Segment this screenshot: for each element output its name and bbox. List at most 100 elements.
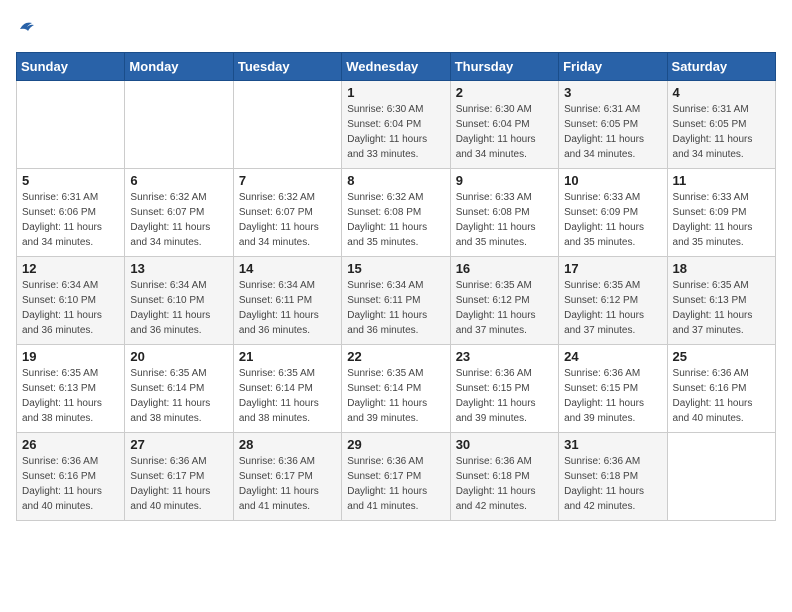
header-day-saturday: Saturday — [667, 53, 775, 81]
calendar-cell: 24 Sunrise: 6:36 AM Sunset: 6:15 PM Dayli… — [559, 345, 667, 433]
day-number: 13 — [130, 261, 227, 276]
header-row: SundayMondayTuesdayWednesdayThursdayFrid… — [17, 53, 776, 81]
day-number: 10 — [564, 173, 661, 188]
logo-bird-icon — [18, 17, 36, 35]
day-number: 3 — [564, 85, 661, 100]
calendar-cell: 16 Sunrise: 6:35 AM Sunset: 6:12 PM Dayli… — [450, 257, 558, 345]
week-row-4: 19 Sunrise: 6:35 AM Sunset: 6:13 PM Dayli… — [17, 345, 776, 433]
calendar-cell: 27Sunrise: 6:36 AM Sunset: 6:17 PM Dayli… — [125, 433, 233, 521]
calendar-cell — [125, 81, 233, 169]
day-info: Sunrise: 6:36 AM Sunset: 6:15 PM Dayligh… — [456, 366, 553, 426]
day-info: Sunrise: 6:36 AM Sunset: 6:15 PM Dayligh… — [564, 366, 661, 426]
calendar-cell: 4 Sunrise: 6:31 AM Sunset: 6:05 PM Daylig… — [667, 81, 775, 169]
day-number: 25 — [673, 349, 770, 364]
day-info: Sunrise: 6:33 AM Sunset: 6:09 PM Dayligh… — [673, 190, 770, 250]
header-day-sunday: Sunday — [17, 53, 125, 81]
day-number: 29 — [347, 437, 444, 452]
day-info: Sunrise: 6:32 AM Sunset: 6:07 PM Dayligh… — [239, 190, 336, 250]
day-info: Sunrise: 6:34 AM Sunset: 6:10 PM Dayligh… — [130, 278, 227, 338]
calendar-cell — [233, 81, 341, 169]
day-number: 26 — [22, 437, 119, 452]
day-number: 31 — [564, 437, 661, 452]
day-number: 20 — [130, 349, 227, 364]
calendar-cell: 13 Sunrise: 6:34 AM Sunset: 6:10 PM Dayli… — [125, 257, 233, 345]
day-number: 6 — [130, 173, 227, 188]
calendar-cell: 20 Sunrise: 6:35 AM Sunset: 6:14 PM Dayli… — [125, 345, 233, 433]
day-info: Sunrise: 6:33 AM Sunset: 6:09 PM Dayligh… — [564, 190, 661, 250]
day-info: Sunrise: 6:32 AM Sunset: 6:08 PM Dayligh… — [347, 190, 444, 250]
header-day-wednesday: Wednesday — [342, 53, 450, 81]
day-info: Sunrise: 6:36 AM Sunset: 6:17 PM Dayligh… — [347, 454, 444, 514]
calendar-cell: 10 Sunrise: 6:33 AM Sunset: 6:09 PM Dayli… — [559, 169, 667, 257]
day-info: Sunrise: 6:31 AM Sunset: 6:06 PM Dayligh… — [22, 190, 119, 250]
day-number: 12 — [22, 261, 119, 276]
day-info: Sunrise: 6:31 AM Sunset: 6:05 PM Dayligh… — [564, 102, 661, 162]
calendar-cell: 8 Sunrise: 6:32 AM Sunset: 6:08 PM Daylig… — [342, 169, 450, 257]
calendar-header: SundayMondayTuesdayWednesdayThursdayFrid… — [17, 53, 776, 81]
day-number: 1 — [347, 85, 444, 100]
header-day-friday: Friday — [559, 53, 667, 81]
calendar-cell: 22 Sunrise: 6:35 AM Sunset: 6:14 PM Dayli… — [342, 345, 450, 433]
day-number: 27 — [130, 437, 227, 452]
day-info: Sunrise: 6:36 AM Sunset: 6:16 PM Dayligh… — [22, 454, 119, 514]
day-info: Sunrise: 6:34 AM Sunset: 6:10 PM Dayligh… — [22, 278, 119, 338]
week-row-5: 26 Sunrise: 6:36 AM Sunset: 6:16 PM Dayli… — [17, 433, 776, 521]
day-number: 23 — [456, 349, 553, 364]
calendar-cell — [17, 81, 125, 169]
calendar-cell — [667, 433, 775, 521]
day-number: 24 — [564, 349, 661, 364]
calendar-cell: 11 Sunrise: 6:33 AM Sunset: 6:09 PM Dayli… — [667, 169, 775, 257]
page-header — [16, 16, 776, 40]
day-number: 4 — [673, 85, 770, 100]
day-number: 30 — [456, 437, 553, 452]
day-number: 2 — [456, 85, 553, 100]
calendar-cell: 9 Sunrise: 6:33 AM Sunset: 6:08 PM Daylig… — [450, 169, 558, 257]
day-info: Sunrise: 6:34 AM Sunset: 6:11 PM Dayligh… — [347, 278, 444, 338]
header-day-tuesday: Tuesday — [233, 53, 341, 81]
calendar-cell: 31Sunrise: 6:36 AM Sunset: 6:18 PM Dayli… — [559, 433, 667, 521]
day-number: 21 — [239, 349, 336, 364]
calendar-cell: 1Sunrise: 6:30 AM Sunset: 6:04 PM Daylig… — [342, 81, 450, 169]
week-row-2: 5 Sunrise: 6:31 AM Sunset: 6:06 PM Daylig… — [17, 169, 776, 257]
calendar-cell: 7 Sunrise: 6:32 AM Sunset: 6:07 PM Daylig… — [233, 169, 341, 257]
calendar-cell: 14Sunrise: 6:34 AM Sunset: 6:11 PM Dayli… — [233, 257, 341, 345]
day-number: 28 — [239, 437, 336, 452]
calendar-cell: 5 Sunrise: 6:31 AM Sunset: 6:06 PM Daylig… — [17, 169, 125, 257]
calendar-cell: 6 Sunrise: 6:32 AM Sunset: 6:07 PM Daylig… — [125, 169, 233, 257]
day-info: Sunrise: 6:30 AM Sunset: 6:04 PM Dayligh… — [456, 102, 553, 162]
day-info: Sunrise: 6:35 AM Sunset: 6:14 PM Dayligh… — [130, 366, 227, 426]
day-info: Sunrise: 6:35 AM Sunset: 6:13 PM Dayligh… — [22, 366, 119, 426]
day-number: 19 — [22, 349, 119, 364]
day-number: 14 — [239, 261, 336, 276]
week-row-3: 12 Sunrise: 6:34 AM Sunset: 6:10 PM Dayli… — [17, 257, 776, 345]
day-number: 16 — [456, 261, 553, 276]
calendar-table: SundayMondayTuesdayWednesdayThursdayFrid… — [16, 52, 776, 521]
day-info: Sunrise: 6:36 AM Sunset: 6:18 PM Dayligh… — [456, 454, 553, 514]
calendar-cell: 12 Sunrise: 6:34 AM Sunset: 6:10 PM Dayli… — [17, 257, 125, 345]
day-info: Sunrise: 6:31 AM Sunset: 6:05 PM Dayligh… — [673, 102, 770, 162]
day-info: Sunrise: 6:35 AM Sunset: 6:14 PM Dayligh… — [239, 366, 336, 426]
day-info: Sunrise: 6:35 AM Sunset: 6:14 PM Dayligh… — [347, 366, 444, 426]
calendar-cell: 19 Sunrise: 6:35 AM Sunset: 6:13 PM Dayli… — [17, 345, 125, 433]
calendar-cell: 18 Sunrise: 6:35 AM Sunset: 6:13 PM Dayli… — [667, 257, 775, 345]
calendar-cell: 15Sunrise: 6:34 AM Sunset: 6:11 PM Dayli… — [342, 257, 450, 345]
header-day-thursday: Thursday — [450, 53, 558, 81]
day-number: 11 — [673, 173, 770, 188]
day-number: 8 — [347, 173, 444, 188]
day-info: Sunrise: 6:36 AM Sunset: 6:16 PM Dayligh… — [673, 366, 770, 426]
header-day-monday: Monday — [125, 53, 233, 81]
day-info: Sunrise: 6:35 AM Sunset: 6:12 PM Dayligh… — [564, 278, 661, 338]
day-info: Sunrise: 6:36 AM Sunset: 6:17 PM Dayligh… — [239, 454, 336, 514]
logo — [16, 16, 36, 40]
day-info: Sunrise: 6:33 AM Sunset: 6:08 PM Dayligh… — [456, 190, 553, 250]
day-number: 7 — [239, 173, 336, 188]
day-number: 5 — [22, 173, 119, 188]
day-info: Sunrise: 6:32 AM Sunset: 6:07 PM Dayligh… — [130, 190, 227, 250]
calendar-cell: 17Sunrise: 6:35 AM Sunset: 6:12 PM Dayli… — [559, 257, 667, 345]
day-number: 18 — [673, 261, 770, 276]
day-info: Sunrise: 6:35 AM Sunset: 6:13 PM Dayligh… — [673, 278, 770, 338]
day-number: 9 — [456, 173, 553, 188]
calendar-cell: 2 Sunrise: 6:30 AM Sunset: 6:04 PM Daylig… — [450, 81, 558, 169]
day-info: Sunrise: 6:35 AM Sunset: 6:12 PM Dayligh… — [456, 278, 553, 338]
day-number: 22 — [347, 349, 444, 364]
